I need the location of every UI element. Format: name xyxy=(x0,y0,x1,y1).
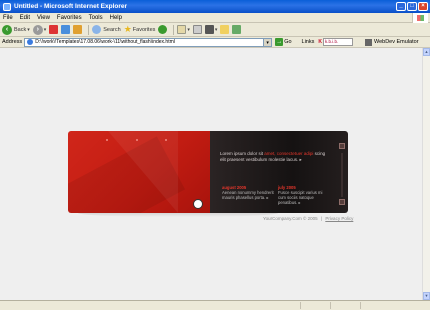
footer-separator: | xyxy=(320,216,323,221)
red-panel xyxy=(68,131,210,213)
address-bar: Address D:\!work\!Templates\17.08.06\wor… xyxy=(0,37,430,48)
maximize-button[interactable]: □ xyxy=(407,2,417,11)
back-dropdown-icon[interactable]: ▾ xyxy=(27,27,30,33)
menu-tools[interactable]: Tools xyxy=(89,15,103,21)
news-text: Aenean nonummy hendrerit mauris phasellu… xyxy=(222,190,274,200)
favorites-button[interactable]: ★ Favorites xyxy=(124,24,156,35)
search-button[interactable]: Search xyxy=(92,25,121,34)
news-item[interactable]: july 2005 Fusce suscipit varius mi cum s… xyxy=(278,185,330,205)
status-bar xyxy=(0,300,430,310)
menu-edit[interactable]: Edit xyxy=(20,15,30,21)
links-button[interactable]: Links xyxy=(302,39,315,45)
side-track xyxy=(341,153,343,197)
history-button[interactable] xyxy=(158,25,168,34)
nav-dot[interactable] xyxy=(106,139,108,141)
extension-k-icon: K xyxy=(318,39,322,45)
status-divider xyxy=(300,302,301,309)
minimize-button[interactable]: _ xyxy=(396,2,406,11)
toolbar-divider xyxy=(88,24,90,35)
forward-arrow-icon: › xyxy=(32,24,43,35)
back-button[interactable]: ‹ Back ▾ xyxy=(2,24,30,35)
back-arrow-icon: ‹ xyxy=(2,24,12,35)
go-button[interactable]: → Go xyxy=(275,38,292,46)
scroll-down-icon[interactable]: ▼ xyxy=(423,292,430,300)
windows-logo-icon xyxy=(412,13,428,23)
intro-text-start: Lorem ipsum dolor sit xyxy=(220,151,264,156)
menu-view[interactable]: View xyxy=(37,15,50,21)
mail-dropdown-icon[interactable]: ▾ xyxy=(187,27,190,33)
mail-icon xyxy=(177,25,187,34)
address-input[interactable]: D:\!work\!Templates\17.08.06\work-\11\wi… xyxy=(24,37,265,47)
stop-button[interactable] xyxy=(49,25,59,34)
status-divider xyxy=(360,302,361,309)
footer: YourCompany.Com © 2005 | Privacy Policy xyxy=(263,216,353,221)
nav-dot[interactable] xyxy=(136,139,138,141)
mail-button[interactable]: ▾ xyxy=(177,25,190,34)
copyright-text: YourCompany.Com © 2005 xyxy=(263,216,318,221)
news-text: Fusce suscipit varius mi cum sociis nato… xyxy=(278,190,323,205)
messenger-icon xyxy=(232,25,242,34)
home-icon xyxy=(73,25,83,34)
window-title: Untitled - Microsoft Internet Explorer xyxy=(14,3,128,10)
toolbar-extension[interactable]: K k.b.i.b. xyxy=(318,38,353,46)
star-icon: ★ xyxy=(123,24,132,34)
ie-icon xyxy=(3,2,11,11)
print-icon xyxy=(192,25,202,34)
play-button[interactable] xyxy=(193,199,203,209)
favorites-label: Favorites xyxy=(132,26,156,33)
messenger-button[interactable] xyxy=(232,25,242,34)
address-dropdown-icon[interactable]: ▾ xyxy=(264,37,273,47)
scroll-up-icon[interactable]: ▲ xyxy=(423,48,430,56)
vertical-scrollbar[interactable]: ▲ ▼ xyxy=(422,48,430,300)
privacy-policy-link[interactable]: Privacy Policy xyxy=(325,216,353,221)
extension-field[interactable]: k.b.i.b. xyxy=(323,38,353,46)
status-divider xyxy=(330,302,331,309)
go-label: Go xyxy=(284,39,292,45)
title-bar[interactable]: Untitled - Microsoft Internet Explorer _… xyxy=(0,0,430,13)
home-button[interactable] xyxy=(73,25,83,34)
intro-highlight-link[interactable]: amet, consectetuer adipi xyxy=(264,151,313,156)
edit-button[interactable]: ▾ xyxy=(204,25,218,34)
window-controls: _ □ × xyxy=(396,2,428,11)
forward-button[interactable]: › ▾ xyxy=(32,24,47,35)
folder-icon xyxy=(220,25,230,34)
forward-dropdown-icon[interactable]: ▾ xyxy=(44,27,47,33)
flash-banner: Lorem ipsum dolor sit amet, consectetuer… xyxy=(68,131,348,217)
folder-button[interactable] xyxy=(220,25,230,34)
search-icon xyxy=(92,25,102,34)
menu-bar: File Edit View Favorites Tools Help xyxy=(0,13,430,23)
menu-favorites[interactable]: Favorites xyxy=(57,15,82,21)
browser-window: Untitled - Microsoft Internet Explorer _… xyxy=(0,0,430,310)
dark-panel: Lorem ipsum dolor sit amet, consectetuer… xyxy=(210,131,348,213)
close-button[interactable]: × xyxy=(418,2,428,11)
address-label: Address xyxy=(2,39,23,45)
refresh-icon xyxy=(61,25,71,34)
search-label: Search xyxy=(103,26,121,33)
page-icon xyxy=(27,39,34,45)
emulator-icon xyxy=(365,38,372,46)
panel-fold xyxy=(108,131,178,213)
address-value: D:\!work\!Templates\17.08.06\work-\11\wi… xyxy=(35,39,175,45)
side-up-button[interactable] xyxy=(339,143,345,149)
menu-file[interactable]: File xyxy=(3,15,13,21)
stop-icon xyxy=(49,25,59,34)
edit-dropdown-icon[interactable]: ▾ xyxy=(215,27,218,33)
news-item[interactable]: august 2005 Aenean nonummy hendrerit mau… xyxy=(222,185,274,200)
intro-text: Lorem ipsum dolor sit amet, consectetuer… xyxy=(220,151,332,163)
go-arrow-icon: → xyxy=(275,38,284,46)
toolbar-divider xyxy=(173,24,175,35)
emulator-label: WebDev Emulator xyxy=(374,39,419,45)
menu-help[interactable]: Help xyxy=(110,15,122,21)
refresh-button[interactable] xyxy=(61,25,71,34)
edit-icon xyxy=(204,25,214,34)
emulator-button[interactable]: WebDev Emulator xyxy=(365,38,419,46)
toolbar: ‹ Back ▾ › ▾ Search ★ Favorites ▾ ▾ xyxy=(0,23,430,37)
side-down-button[interactable] xyxy=(339,199,345,205)
back-label: Back xyxy=(14,26,27,33)
side-controls xyxy=(339,143,345,207)
print-button[interactable] xyxy=(192,25,202,34)
nav-dot[interactable] xyxy=(165,139,167,141)
history-icon xyxy=(158,25,168,34)
